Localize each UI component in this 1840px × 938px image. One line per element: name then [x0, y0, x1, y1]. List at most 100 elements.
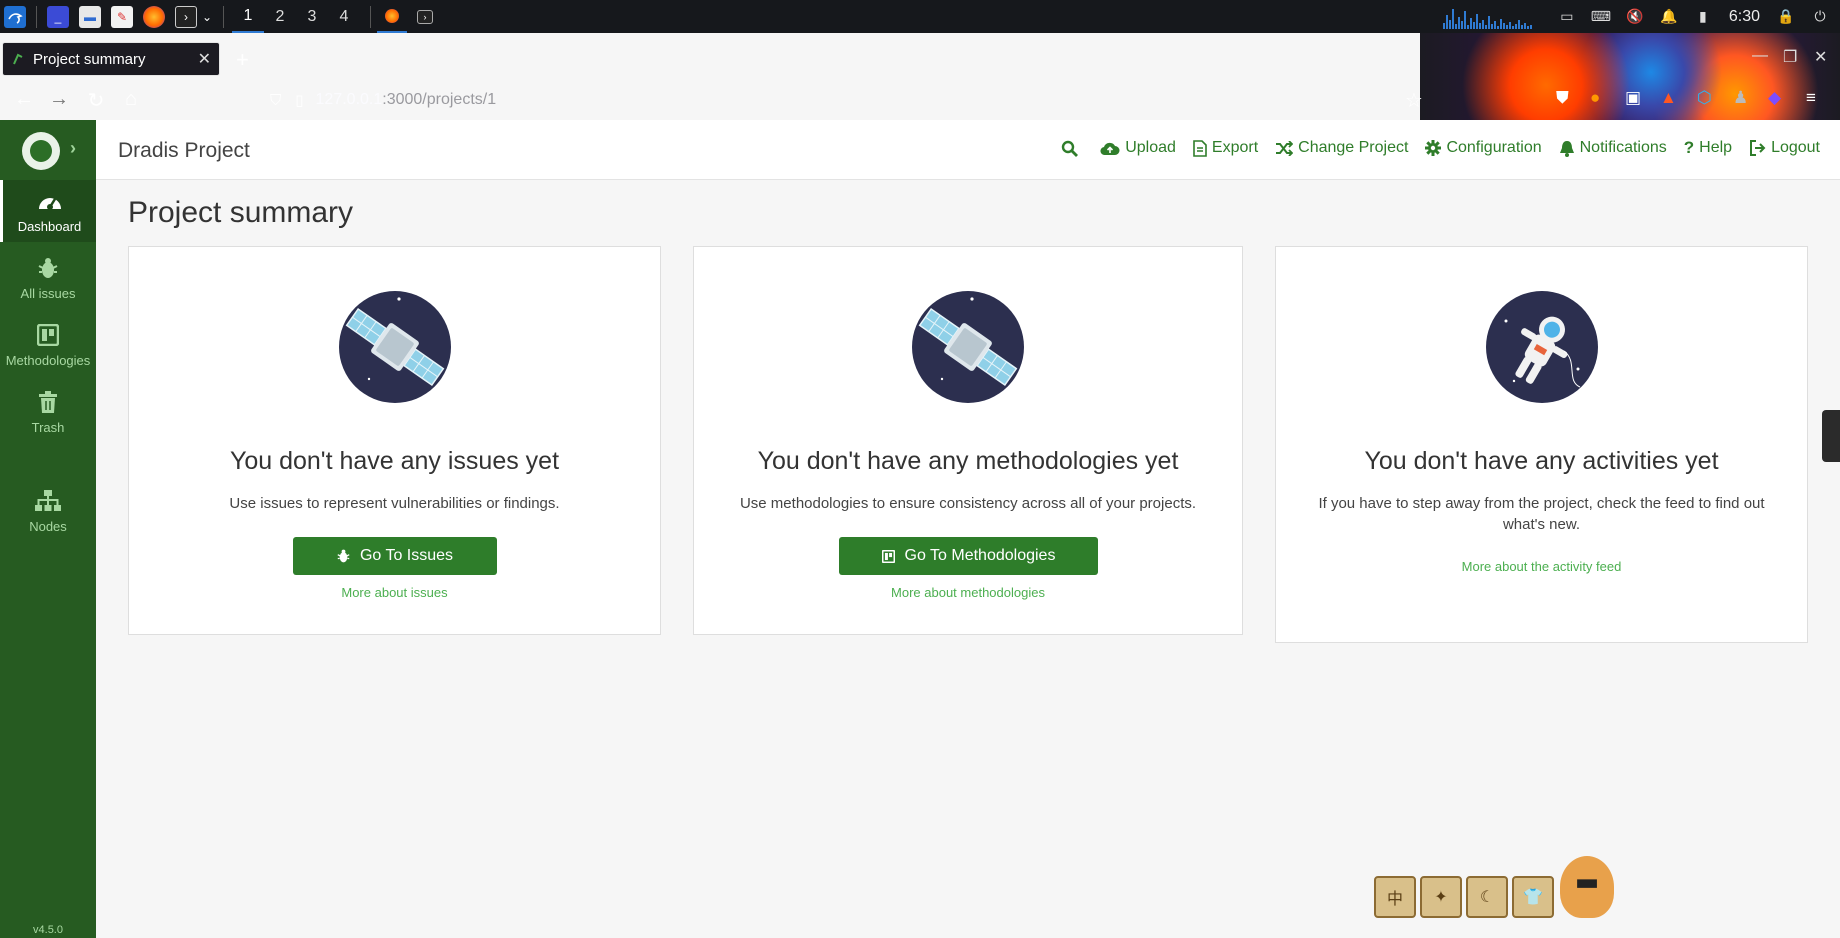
- tab-title: Project summary: [33, 50, 146, 68]
- export-label: Export: [1211, 139, 1259, 156]
- change-project-label: Change Project: [1298, 139, 1409, 156]
- minimize-icon[interactable]: —: [1752, 47, 1768, 65]
- clock[interactable]: 6:30: [1729, 8, 1760, 26]
- workspace-1[interactable]: 1: [232, 0, 264, 33]
- menu-icon[interactable]: ≡: [1806, 88, 1816, 108]
- extension-orange-icon[interactable]: ●: [1590, 88, 1600, 108]
- sidebar-item-label: Nodes: [29, 518, 67, 534]
- search-icon: [1061, 140, 1079, 157]
- bell-icon[interactable]: 🔔: [1659, 7, 1679, 27]
- change-project-link[interactable]: Change Project: [1275, 139, 1408, 157]
- sidebar-item-dashboard[interactable]: Dashboard: [0, 180, 96, 242]
- page-info-icon[interactable]: ▯: [295, 91, 303, 109]
- card-title: You don't have any activities yet: [1364, 447, 1719, 475]
- export-link[interactable]: Export: [1193, 139, 1258, 157]
- terminal-icon[interactable]: ›: [175, 5, 197, 28]
- cloud-upload-icon: [1100, 141, 1120, 156]
- help-label: Help: [1699, 139, 1733, 156]
- sidebar-item-trash[interactable]: Trash: [0, 381, 96, 443]
- bell-icon: [1559, 140, 1575, 157]
- sidebar-item-methodologies[interactable]: Methodologies: [0, 314, 96, 376]
- issues-card: You don't have any issues yet Use issues…: [128, 246, 661, 635]
- logout-link[interactable]: Logout: [1749, 139, 1820, 157]
- chevron-right-icon[interactable]: ›: [70, 138, 76, 159]
- upload-link[interactable]: Upload: [1100, 139, 1176, 157]
- go-to-issues-button[interactable]: Go To Issues: [293, 537, 497, 575]
- back-icon[interactable]: ←: [12, 88, 36, 111]
- shirt-card-icon[interactable]: 👕: [1512, 876, 1554, 918]
- close-tab-icon[interactable]: ✕: [198, 49, 211, 69]
- home-icon[interactable]: ⌂: [119, 88, 143, 111]
- activities-card: You don't have any activities yet If you…: [1275, 246, 1808, 643]
- firefox-icon[interactable]: [143, 5, 165, 28]
- methodologies-card: You don't have any methodologies yet Use…: [693, 246, 1243, 635]
- satellite-icon: [339, 291, 451, 403]
- sidebar-item-all-issues[interactable]: All issues: [0, 247, 96, 309]
- restore-icon[interactable]: ❐: [1783, 47, 1797, 67]
- app-header: Dradis Project Upload Export Change Proj…: [96, 120, 1840, 180]
- browser-tab[interactable]: Project summary ✕: [2, 42, 220, 76]
- terminal-window-icon[interactable]: ›: [417, 9, 433, 24]
- extension-screen-icon[interactable]: ▣: [1625, 88, 1641, 108]
- screen-icon[interactable]: ▭: [1557, 7, 1577, 27]
- app-sidebar: › Dashboard All issues Methodologies Tra…: [0, 120, 96, 938]
- extension-user-icon[interactable]: ♟: [1733, 88, 1748, 108]
- card-title: You don't have any methodologies yet: [757, 447, 1179, 475]
- desktop-icon[interactable]: _: [47, 5, 69, 28]
- file-icon: [1193, 139, 1207, 157]
- astronaut-icon: [1486, 291, 1598, 403]
- sidebar-item-label: Methodologies: [5, 352, 91, 368]
- chevron-down-icon[interactable]: ⌄: [201, 6, 213, 28]
- firefox-window-icon[interactable]: [377, 0, 407, 33]
- scroll-card-icon[interactable]: ✦: [1420, 876, 1462, 918]
- mascot-character-icon[interactable]: ▀▀: [1560, 856, 1614, 918]
- side-panel-handle[interactable]: [1822, 410, 1840, 462]
- project-name[interactable]: Dradis Project: [118, 139, 250, 163]
- go-to-methodologies-button[interactable]: Go To Methodologies: [839, 537, 1098, 575]
- forward-icon[interactable]: →: [47, 88, 71, 111]
- close-window-icon[interactable]: ✕: [1814, 47, 1827, 67]
- battery-icon[interactable]: ▮: [1693, 7, 1713, 27]
- help-link[interactable]: ? Help: [1684, 138, 1732, 158]
- logout-label: Logout: [1771, 139, 1820, 156]
- more-about-issues-link[interactable]: More about issues: [129, 585, 660, 600]
- volume-muted-icon[interactable]: 🔇: [1625, 7, 1645, 27]
- sidebar-item-label: Dashboard: [17, 218, 82, 234]
- search-button[interactable]: [1061, 140, 1083, 157]
- sidebar-item-nodes[interactable]: Nodes: [0, 480, 96, 542]
- moon-card-icon[interactable]: ☾: [1466, 876, 1508, 918]
- shield-icon[interactable]: ⛉: [270, 92, 281, 109]
- configuration-link[interactable]: Configuration: [1425, 139, 1542, 157]
- question-icon: ?: [1683, 138, 1695, 157]
- bookmark-star-icon[interactable]: ☆: [1402, 88, 1426, 113]
- scroll-card-icon[interactable]: 中: [1374, 876, 1416, 918]
- notifications-link[interactable]: Notifications: [1559, 139, 1667, 157]
- dradis-logo[interactable]: [22, 132, 60, 170]
- text-editor-icon[interactable]: ✎: [111, 5, 133, 28]
- lock-icon[interactable]: 🔒: [1776, 7, 1796, 27]
- kali-menu-icon[interactable]: [4, 5, 26, 28]
- card-description: If you have to step away from the projec…: [1318, 495, 1765, 533]
- sitemap-icon: [35, 489, 61, 513]
- keyboard-icon[interactable]: ⌨: [1591, 7, 1611, 27]
- file-manager-icon[interactable]: ▬: [79, 5, 101, 28]
- more-about-activity-feed-link[interactable]: More about the activity feed: [1276, 559, 1807, 574]
- reload-icon[interactable]: ↻: [84, 88, 108, 113]
- upload-label: Upload: [1125, 139, 1176, 156]
- power-icon[interactable]: ⏻: [1810, 7, 1830, 27]
- url-bar[interactable]: ⛉ ▯ 127.0.0.1:3000/projects/1: [270, 84, 1430, 116]
- extension-hex-icon[interactable]: ⬡: [1697, 88, 1712, 108]
- board-icon: [35, 323, 61, 347]
- workspace-3[interactable]: 3: [296, 0, 328, 33]
- extension-purple-icon[interactable]: ◆: [1768, 88, 1781, 108]
- extension-hat-icon[interactable]: ▲: [1660, 88, 1677, 108]
- pocket-icon[interactable]: ⛊: [1556, 88, 1569, 108]
- board-icon: [881, 549, 895, 563]
- url-host: 127.0.0.1: [315, 91, 383, 108]
- bug-icon: [337, 549, 350, 563]
- more-about-methodologies-link[interactable]: More about methodologies: [694, 585, 1242, 600]
- workspace-4[interactable]: 4: [328, 0, 360, 33]
- new-tab-button[interactable]: +: [236, 47, 249, 73]
- workspace-2[interactable]: 2: [264, 0, 296, 33]
- logout-icon: [1749, 140, 1766, 156]
